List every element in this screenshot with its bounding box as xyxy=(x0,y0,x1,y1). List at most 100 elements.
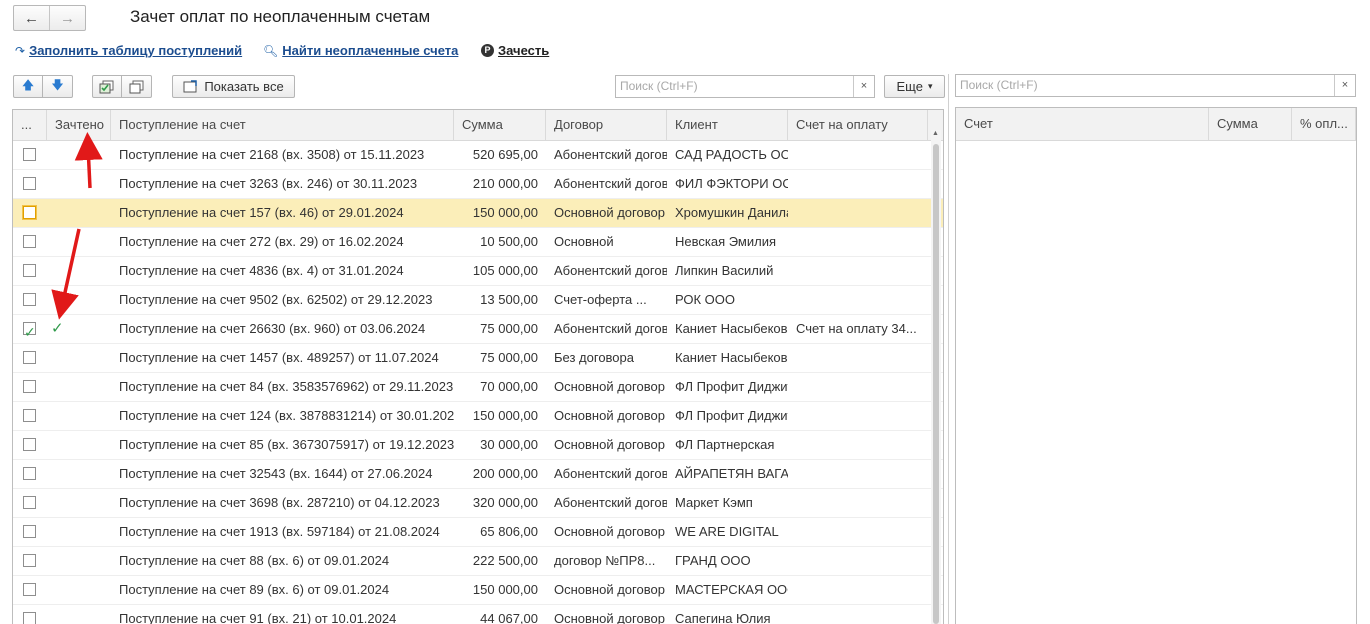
row-checkbox-cell[interactable] xyxy=(13,460,47,488)
table-row[interactable]: Поступление на счет 84 (вх. 3583576962) … xyxy=(13,373,943,402)
receipt-cell[interactable]: Поступление на счет 2168 (вх. 3508) от 1… xyxy=(111,141,454,169)
row-checkbox[interactable] xyxy=(23,380,36,393)
contract-cell[interactable]: Основной xyxy=(546,228,667,256)
client-cell[interactable]: Маркет Кэмп xyxy=(667,489,788,517)
scrollbar-thumb[interactable] xyxy=(933,144,939,624)
sum-cell[interactable]: 150 000,00 xyxy=(454,576,546,604)
table-row[interactable]: Поступление на счет 124 (вх. 3878831214)… xyxy=(13,402,943,431)
contract-cell[interactable]: Основной договор xyxy=(546,605,667,624)
col-contract[interactable]: Договор xyxy=(546,110,667,140)
col-invoice-paid-percent[interactable]: % опл... xyxy=(1292,108,1356,140)
receipt-cell[interactable]: Поступление на счет 3263 (вх. 246) от 30… xyxy=(111,170,454,198)
table-row[interactable]: Поступление на счет 4836 (вх. 4) от 31.0… xyxy=(13,257,943,286)
invoice-cell[interactable] xyxy=(788,141,928,169)
fill-table-link[interactable]: Заполнить таблицу поступлений xyxy=(29,43,242,58)
row-checkbox[interactable] xyxy=(23,293,36,306)
receipt-cell[interactable]: Поступление на счет 3698 (вх. 287210) от… xyxy=(111,489,454,517)
search-field[interactable]: Поиск (Ctrl+F) × xyxy=(615,75,875,98)
table-row[interactable]: Поступление на счет 85 (вх. 3673075917) … xyxy=(13,431,943,460)
client-cell[interactable]: ФЛ Партнерская xyxy=(667,431,788,459)
row-checkbox[interactable] xyxy=(23,438,36,451)
row-checkbox-cell[interactable] xyxy=(13,228,47,256)
col-invoice[interactable]: Счет на оплату xyxy=(788,110,928,140)
sum-cell[interactable]: 210 000,00 xyxy=(454,170,546,198)
table-row[interactable]: Поступление на счет 3263 (вх. 246) от 30… xyxy=(13,170,943,199)
row-checkbox-cell[interactable] xyxy=(13,605,47,624)
invoice-cell[interactable] xyxy=(788,547,928,575)
sum-cell[interactable]: 150 000,00 xyxy=(454,199,546,227)
receipt-cell[interactable]: Поступление на счет 85 (вх. 3673075917) … xyxy=(111,431,454,459)
row-checkbox[interactable] xyxy=(23,264,36,277)
sum-cell[interactable]: 44 067,00 xyxy=(454,605,546,624)
search-input[interactable]: Поиск (Ctrl+F) xyxy=(616,76,853,97)
scroll-up-icon[interactable]: ▲ xyxy=(932,130,939,137)
row-checkbox-cell[interactable] xyxy=(13,199,47,227)
sum-cell[interactable]: 222 500,00 xyxy=(454,547,546,575)
row-checkbox-cell[interactable] xyxy=(13,489,47,517)
sum-cell[interactable]: 150 000,00 xyxy=(454,402,546,430)
contract-cell[interactable]: договор №ПР8... xyxy=(546,547,667,575)
invoice-cell[interactable] xyxy=(788,518,928,546)
contract-cell[interactable]: Основной договор xyxy=(546,402,667,430)
row-checkbox-cell[interactable] xyxy=(13,286,47,314)
client-cell[interactable]: ФИЛ ФЭКТОРИ ООО xyxy=(667,170,788,198)
receipt-cell[interactable]: Поступление на счет 91 (вх. 21) от 10.01… xyxy=(111,605,454,624)
invoice-cell[interactable] xyxy=(788,373,928,401)
client-cell[interactable]: Каниет Насыбекова xyxy=(667,344,788,372)
sum-cell[interactable]: 75 000,00 xyxy=(454,315,546,343)
offset-link[interactable]: Зачесть xyxy=(498,43,549,58)
sum-cell[interactable]: 65 806,00 xyxy=(454,518,546,546)
receipt-cell[interactable]: Поступление на счет 272 (вх. 29) от 16.0… xyxy=(111,228,454,256)
side-clear-search-button[interactable]: × xyxy=(1334,75,1355,96)
client-cell[interactable]: ФЛ Профит Диджитал xyxy=(667,373,788,401)
row-checkbox-cell[interactable] xyxy=(13,402,47,430)
receipt-cell[interactable]: Поступление на счет 84 (вх. 3583576962) … xyxy=(111,373,454,401)
contract-cell[interactable]: Абонентский договор xyxy=(546,257,667,285)
row-checkbox-cell[interactable] xyxy=(13,518,47,546)
move-down-button[interactable]: 🡇 xyxy=(43,75,73,98)
side-search-field[interactable]: Поиск (Ctrl+F) × xyxy=(955,74,1356,97)
client-cell[interactable]: САД РАДОСТЬ ООО xyxy=(667,141,788,169)
contract-cell[interactable]: Основной договор xyxy=(546,199,667,227)
row-checkbox[interactable] xyxy=(23,583,36,596)
find-unpaid-command[interactable]: 🔍︎ Найти неоплаченные счета xyxy=(263,43,458,58)
receipt-cell[interactable]: Поступление на счет 1913 (вх. 597184) от… xyxy=(111,518,454,546)
row-checkbox-cell[interactable] xyxy=(13,431,47,459)
forward-button[interactable]: → xyxy=(49,6,85,30)
table-row[interactable]: Поступление на счет 32543 (вх. 1644) от … xyxy=(13,460,943,489)
invoice-cell[interactable] xyxy=(788,605,928,624)
client-cell[interactable]: ГРАНД ООО xyxy=(667,547,788,575)
receipt-cell[interactable]: Поступление на счет 124 (вх. 3878831214)… xyxy=(111,402,454,430)
client-cell[interactable]: РОК ООО xyxy=(667,286,788,314)
row-checkbox[interactable] xyxy=(23,318,36,343)
row-checkbox-cell[interactable] xyxy=(13,576,47,604)
client-cell[interactable]: АЙРАПЕТЯН ВАГАН xyxy=(667,460,788,488)
invoice-cell[interactable] xyxy=(788,170,928,198)
find-unpaid-link[interactable]: Найти неоплаченные счета xyxy=(282,43,458,58)
row-checkbox[interactable] xyxy=(23,612,36,624)
contract-cell[interactable]: Счет-оферта ... xyxy=(546,286,667,314)
row-checkbox[interactable] xyxy=(23,496,36,509)
uncheck-all-button[interactable] xyxy=(122,75,152,98)
invoice-cell[interactable] xyxy=(788,286,928,314)
move-up-button[interactable]: 🡅 xyxy=(13,75,43,98)
client-cell[interactable]: МАСТЕРСКАЯ ООО xyxy=(667,576,788,604)
table-row[interactable]: Поступление на счет 9502 (вх. 62502) от … xyxy=(13,286,943,315)
invoice-cell[interactable] xyxy=(788,489,928,517)
row-checkbox-cell[interactable] xyxy=(13,315,47,343)
row-checkbox[interactable] xyxy=(23,409,36,422)
table-row[interactable]: Поступление на счет 3698 (вх. 287210) от… xyxy=(13,489,943,518)
table-row[interactable]: Поступление на счет 157 (вх. 46) от 29.0… xyxy=(13,199,943,228)
contract-cell[interactable]: Основной договор xyxy=(546,431,667,459)
invoice-cell[interactable]: Счет на оплату 34... xyxy=(788,315,928,343)
col-client[interactable]: Клиент xyxy=(667,110,788,140)
table-row[interactable]: ✓ Поступление на счет 26630 (вх. 960) от … xyxy=(13,315,943,344)
row-checkbox[interactable] xyxy=(23,351,36,364)
col-mark[interactable]: ... xyxy=(13,110,47,140)
client-cell[interactable]: ФЛ Профит Диджитал xyxy=(667,402,788,430)
invoice-cell[interactable] xyxy=(788,431,928,459)
receipt-cell[interactable]: Поступление на счет 9502 (вх. 62502) от … xyxy=(111,286,454,314)
contract-cell[interactable]: Абонентский договор xyxy=(546,315,667,343)
receipt-cell[interactable]: Поступление на счет 89 (вх. 6) от 09.01.… xyxy=(111,576,454,604)
side-search-input[interactable]: Поиск (Ctrl+F) xyxy=(956,75,1334,96)
